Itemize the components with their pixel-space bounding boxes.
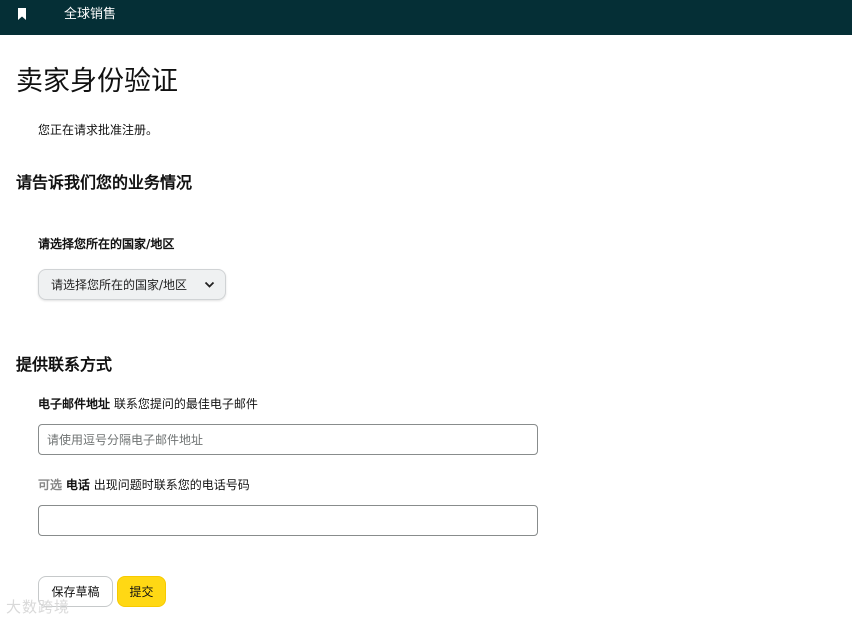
phone-field-label: 可选 电话 出现问题时联系您的电话号码 [38,476,250,494]
bookmark-icon[interactable] [17,8,27,20]
email-input[interactable] [38,424,538,455]
country-select-value: 请选择您所在的国家/地区 [51,278,188,292]
country-label-text: 请选择您所在的国家/地区 [38,237,175,251]
page-subtitle: 您正在请求批准注册。 [38,123,159,137]
phone-input[interactable] [38,505,538,536]
brand-label[interactable]: 全球销售 [64,6,116,24]
business-section-heading: 请告诉我们您的业务情况 [16,173,193,192]
top-navigation-bar: 全球销售 [0,0,852,35]
optional-badge: 可选 [38,478,63,492]
email-field-label: 电子邮件地址 联系您提问的最佳电子邮件 [38,395,258,413]
country-field-label: 请选择您所在的国家/地区 [38,235,174,253]
page-title: 卖家身份验证 [16,66,178,97]
country-select[interactable]: 请选择您所在的国家/地区 [38,269,226,300]
chevron-down-icon [204,281,215,288]
email-hint-text: 联系您提问的最佳电子邮件 [113,397,258,411]
submit-button[interactable]: 提交 [117,576,166,607]
phone-label-text: 电话 [65,478,90,492]
phone-hint-text: 出现问题时联系您的电话号码 [93,478,250,492]
watermark-logo: 大数跨境 [6,598,71,616]
email-label-text: 电子邮件地址 [38,397,111,411]
contact-section-heading: 提供联系方式 [16,355,113,374]
